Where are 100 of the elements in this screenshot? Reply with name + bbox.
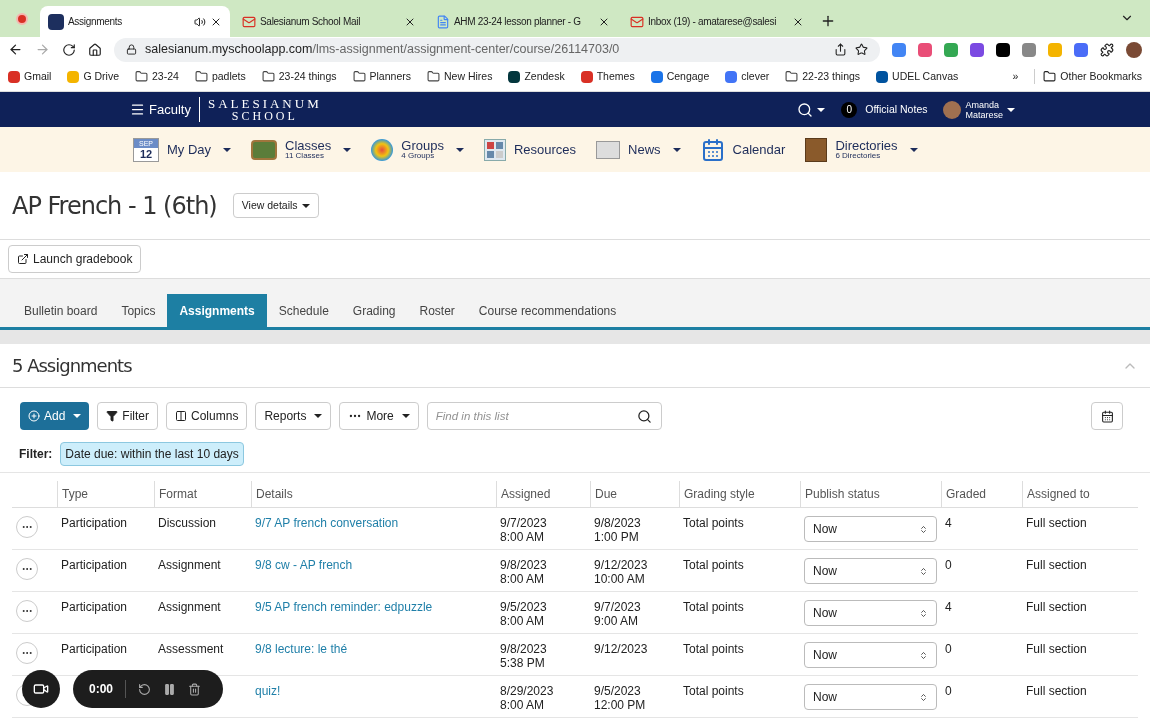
course-tab[interactable]: Schedule [266,294,341,327]
tab-title: Inbox (19) - amatarese@salesi [648,15,778,29]
search-icon[interactable] [797,101,814,118]
select-arrows-icon [919,650,928,660]
bookmark-item[interactable]: Zendesk [508,68,565,85]
resources-icon [483,138,506,161]
course-tab[interactable]: Grading [340,294,408,327]
nav-label: Calendar [732,140,786,159]
reports-button[interactable]: Reports [255,402,332,430]
back-icon[interactable] [8,42,23,57]
nav-item[interactable]: Directories 6 Directories [805,137,918,162]
faculty-menu-button[interactable]: Faculty [130,99,199,120]
recording-time: 0:00 [89,680,127,698]
nav-label: News [628,140,661,159]
assignment-link[interactable]: 9/5 AP french reminder: edpuzzle [251,600,496,633]
reload-icon[interactable] [62,42,76,57]
publish-select[interactable]: Now [804,558,937,584]
column-header: Publish status [800,481,941,507]
trash-icon[interactable] [188,682,202,696]
nav-item[interactable]: Groups 4 Groups [371,138,464,161]
bookmark-item[interactable]: Planners [352,68,411,85]
bookmark-item[interactable]: clever [725,68,770,85]
more-button[interactable]: More [339,402,419,430]
user-avatar[interactable] [943,100,962,119]
bookmark-star-icon[interactable] [855,43,868,56]
extension-icon[interactable] [996,42,1010,57]
browser-tab[interactable]: Salesianum School Mail [234,6,424,37]
address-bar[interactable]: salesianum.myschoolapp.com/lms-assignment/assignment-center/course/26114703/0 [114,37,880,62]
bookmark-item[interactable]: 22-23 things [785,68,861,85]
official-notes-link[interactable]: Official Notes [865,101,928,118]
table-cell-text: Full section [1025,642,1088,658]
nav-label: Classes [285,139,332,152]
launch-gradebook-button[interactable]: Launch gradebook [8,245,142,273]
restart-icon[interactable] [138,682,152,696]
publish-select[interactable]: Now [804,642,937,668]
view-details-button[interactable]: View details [232,192,319,219]
bookmark-item[interactable]: Gmail [8,68,52,85]
assignment-link[interactable]: 9/7 AP french conversation [251,516,496,549]
nav-label: Resources [513,140,577,159]
browser-tab[interactable]: Assignments [40,6,230,37]
bookmark-item[interactable]: G Drive [67,68,119,85]
bookmark-item[interactable]: Other Bookmarks [1034,68,1142,85]
video-camera-icon [33,681,49,697]
publish-select[interactable]: Now [804,516,937,542]
table-cell-text: 9/5/2023 12:00 PM [593,684,647,714]
table-cell-text: Full section [1025,516,1088,532]
day-label: 12 [138,147,154,161]
assignment-link[interactable]: 9/8 cw - AP french [251,558,496,591]
assignment-link[interactable]: 9/8 lecture: le thé [251,642,496,675]
table-cell-text: 9/5/2023 8:00 AM [499,600,548,630]
bookmarks-overflow[interactable]: » [1012,68,1019,85]
assignment-link[interactable]: quiz! [251,684,496,717]
column-header: Assigned [496,481,590,507]
nav-item[interactable]: Calendar [700,137,786,162]
bookmark-item[interactable]: UDEL Canvas [876,68,959,85]
bookmark-item[interactable]: Themes [580,68,635,85]
filter-chip[interactable]: Date due: within the last 10 days [60,442,244,466]
publish-select[interactable]: Now [804,684,937,710]
course-tab[interactable]: Assignments [167,294,267,327]
search-icon [636,409,652,424]
plus-icon [28,410,40,422]
search-field[interactable]: Find in this list [426,402,662,430]
table-cell-text: 0 [944,558,953,574]
calendar-view-button[interactable] [1091,402,1123,430]
folder-icon [135,70,148,83]
pause-icon[interactable] [163,682,177,696]
course-tab[interactable]: Bulletin board [12,294,110,327]
nav-item[interactable]: News [596,139,681,160]
table-cell-text: Full section [1025,600,1088,616]
publish-select[interactable]: Now [804,600,937,626]
bookmark-item[interactable]: Cengage [650,68,710,85]
bookmark-item[interactable]: 23-24 things [261,68,337,85]
bookmark-icon [8,70,20,83]
nav-item[interactable]: Resources [483,138,577,161]
course-tab[interactable]: Roster [407,294,467,327]
user-name[interactable]: Amanda Matarese [965,99,1003,120]
bookmark-icon [580,70,593,83]
extensions-icon[interactable] [1100,42,1114,57]
share-icon[interactable] [834,43,847,56]
bookmark-item[interactable]: padlets [194,68,246,85]
add-button[interactable]: Add [20,402,90,430]
course-tab[interactable]: Course recommendations [466,294,629,327]
bookmark-item[interactable]: New Hires [427,68,493,85]
profile-avatar[interactable] [1126,41,1142,58]
new-tab-icon[interactable] [820,13,836,29]
filter-button[interactable]: Filter [97,402,159,430]
nav-item[interactable]: Classes 11 Classes [251,139,352,160]
home-icon[interactable] [88,42,102,57]
folder-icon [194,70,208,83]
course-tab[interactable]: Topics [109,294,168,327]
folder-icon [261,70,275,83]
browser-tab[interactable]: AHM 23-24 lesson planner - G [428,6,618,37]
browser-tab[interactable]: Inbox (19) - amatarese@salesi [622,6,812,37]
columns-button[interactable]: Columns [166,402,248,430]
bookmark-icon [67,70,80,83]
page-title: AP French - 1 (6th) [12,190,217,222]
table-cell-text: Assessment [157,642,225,658]
columns-icon [175,410,188,422]
bookmark-item[interactable]: 23-24 [135,68,179,85]
caret-icon [401,414,410,418]
